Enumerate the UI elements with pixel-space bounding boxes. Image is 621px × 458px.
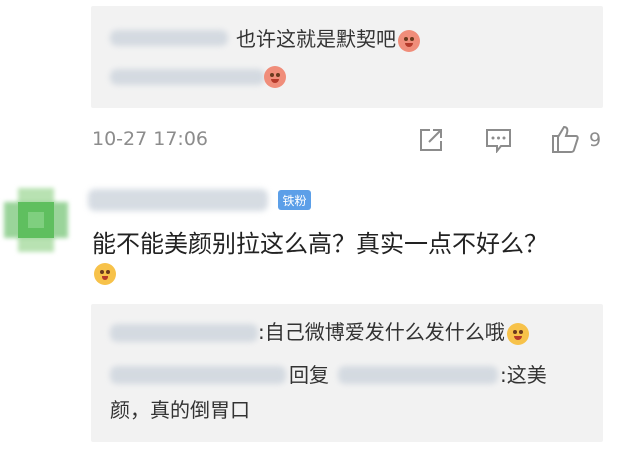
reply-prefix: 回复 [289, 363, 329, 387]
comment-timestamp: 10-27 17:06 [92, 128, 209, 150]
reply-text: :自己微博爱发什么发什么哦 [258, 322, 529, 345]
laughing-emoji [398, 29, 420, 52]
blurred-username [110, 324, 258, 342]
thinking-emoji [94, 263, 116, 285]
reply-thread-box [91, 6, 603, 108]
blurred-username [110, 69, 265, 85]
fan-badge: 铁粉 [278, 190, 311, 210]
reply-emoji [262, 66, 286, 88]
blurred-mention[interactable] [338, 366, 498, 384]
reply-text: :这美 [500, 363, 547, 387]
comment-emoji [92, 263, 116, 285]
avatar[interactable] [4, 188, 68, 252]
blurred-username [110, 30, 228, 46]
commenter-username[interactable] [88, 189, 268, 211]
like-count: 9 [589, 129, 602, 151]
laughing-emoji [264, 66, 286, 88]
comment-text: 能不能美颜别拉这么高？真实一点不好么？ [92, 230, 548, 258]
blurred-username [110, 366, 286, 384]
share-icon[interactable] [418, 127, 444, 153]
reply-text-continued: 颜，真的倒胃口 [110, 398, 250, 422]
like-icon[interactable] [551, 124, 579, 154]
reply-text: 也许这就是默契吧 [236, 29, 420, 52]
comment-icon[interactable] [485, 127, 512, 153]
laughing-tears-emoji [506, 322, 529, 345]
